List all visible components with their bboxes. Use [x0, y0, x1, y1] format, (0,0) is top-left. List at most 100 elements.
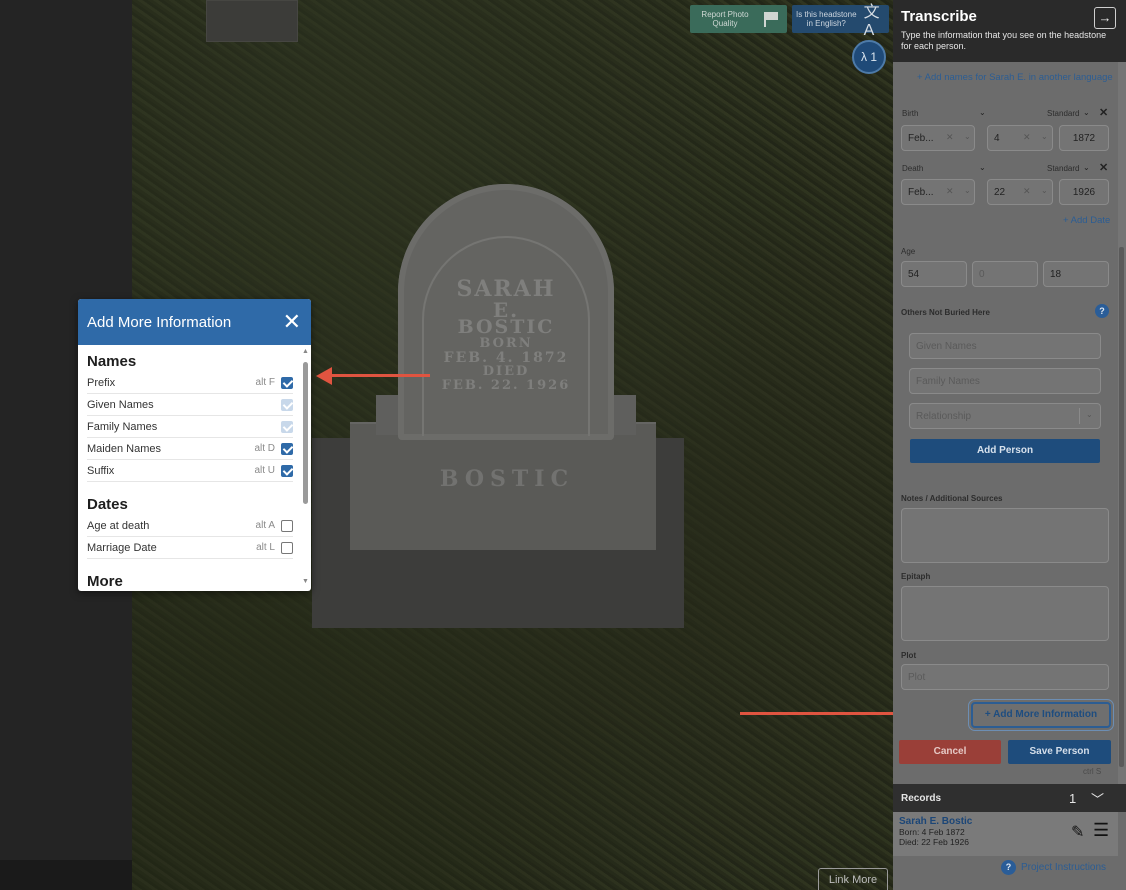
relationship-select[interactable]: Relationship [909, 403, 1101, 429]
epitaph-textarea[interactable] [901, 586, 1109, 641]
section-title-more: More [87, 573, 123, 590]
remove-birth-icon[interactable]: ✕ [1099, 106, 1108, 119]
add-person-button[interactable]: Add Person [910, 439, 1100, 463]
option-label: Given Names [87, 398, 154, 411]
record-item[interactable]: Sarah E. Bostic Born: 4 Feb 1872 Died: 2… [893, 812, 1118, 856]
age-months-placeholder: 0 [979, 268, 985, 280]
option-shortcut: alt D [254, 443, 275, 454]
section-title-names: Names [87, 353, 137, 370]
dialog-scrollbar-thumb[interactable] [303, 362, 308, 504]
annotation-arrow-left-shaft [330, 374, 430, 377]
dialog-body[interactable]: Names Prefix alt F Given Names Family Na… [78, 345, 302, 591]
clear-icon[interactable]: ✕ [1023, 132, 1031, 143]
report-photo-quality-button[interactable]: Report Photo Quality [690, 5, 787, 33]
option-age-at-death[interactable]: Age at death alt A [87, 515, 293, 537]
option-marriage-date[interactable]: Marriage Date alt L [87, 537, 293, 559]
records-header[interactable]: Records 1 ﹀ [893, 784, 1126, 812]
chevron-down-icon[interactable]: ⌄ [964, 132, 971, 141]
plot-label: Plot [901, 651, 917, 660]
language-check-button[interactable]: Is this headstone in English? 文A [792, 4, 889, 39]
remove-death-icon[interactable]: ✕ [1099, 161, 1108, 174]
save-person-button[interactable]: Save Person [1008, 740, 1111, 764]
family-names-checkbox [281, 420, 293, 433]
birth-month-value: Feb... [908, 132, 934, 144]
family-names-input[interactable]: Family Names [909, 368, 1101, 394]
scroll-up-icon[interactable]: ▲ [302, 348, 309, 355]
age-at-death-checkbox[interactable] [281, 519, 293, 532]
option-label: Prefix [87, 376, 116, 389]
project-instructions-link[interactable]: ? Project Instructions [1001, 860, 1106, 875]
panel-scrollbar[interactable] [1118, 62, 1126, 784]
help-icon: ? [1001, 860, 1016, 875]
birth-mode-chevron-icon[interactable]: ⌄ [1083, 108, 1090, 117]
chevron-down-icon[interactable]: ⌄ [1041, 186, 1048, 195]
suffix-checkbox[interactable] [281, 464, 293, 477]
option-shortcut: alt L [256, 542, 275, 553]
records-count: 1 [1069, 791, 1077, 806]
age-years-input[interactable]: 54 [901, 261, 967, 287]
option-label: Suffix [87, 464, 115, 477]
save-shortcut: ctrl S [1083, 767, 1102, 776]
language-label: Is this headstone in English? [796, 10, 857, 28]
birth-year-value: 1872 [1072, 132, 1096, 144]
option-prefix[interactable]: Prefix alt F [87, 372, 293, 394]
link-more-button[interactable]: Link More [818, 868, 888, 890]
given-names-input[interactable]: Given Names [909, 333, 1101, 359]
option-label: Marriage Date [87, 541, 157, 554]
translate-icon: 文A [863, 4, 880, 39]
close-icon[interactable]: ✕ [283, 311, 301, 333]
annotation-arrow-left-head [316, 367, 332, 385]
panel-form: + Add names for Sarah E. in another lang… [893, 62, 1118, 784]
birth-year-input[interactable]: 1872 [1059, 125, 1109, 151]
chevron-down-icon[interactable]: ⌄ [1086, 410, 1093, 419]
panel-scrollbar-thumb[interactable] [1119, 247, 1124, 767]
clear-icon[interactable]: ✕ [946, 186, 954, 197]
project-instructions-label: Project Instructions [1021, 862, 1107, 873]
add-date-link[interactable]: + Add Date [1063, 215, 1110, 226]
death-mode-label[interactable]: Standard [1047, 164, 1079, 173]
menu-icon[interactable]: ☰ [1093, 820, 1109, 841]
help-icon[interactable]: ? [1095, 304, 1109, 318]
relationship-placeholder: Relationship [916, 410, 972, 422]
maiden-names-checkbox[interactable] [281, 442, 293, 455]
chevron-down-icon[interactable]: ⌄ [964, 186, 971, 195]
scroll-down-icon[interactable]: ▼ [302, 578, 309, 585]
option-label: Maiden Names [87, 442, 161, 455]
prefix-checkbox[interactable] [281, 376, 293, 389]
flag-icon [762, 11, 780, 27]
clear-icon[interactable]: ✕ [1023, 186, 1031, 197]
option-given-names: Given Names [87, 394, 293, 416]
option-maiden-names[interactable]: Maiden Names alt D [87, 438, 293, 460]
chevron-down-icon[interactable]: ⌄ [1041, 132, 1048, 141]
cancel-button[interactable]: Cancel [899, 740, 1001, 764]
death-year-value: 1926 [1072, 186, 1096, 198]
birth-mode-label[interactable]: Standard [1047, 109, 1079, 118]
transcribe-panel: Transcribe Type the information that you… [893, 0, 1126, 890]
add-more-information-button[interactable]: + Add More Information [968, 699, 1114, 731]
marriage-date-checkbox[interactable] [281, 541, 293, 554]
epitaph-label: Epitaph [901, 572, 931, 581]
pencil-icon[interactable]: ✎ [1071, 822, 1084, 842]
add-names-language-link[interactable]: + Add names for Sarah E. in another lang… [917, 72, 1113, 83]
clear-icon[interactable]: ✕ [946, 132, 954, 143]
plot-input[interactable]: Plot [901, 664, 1109, 690]
death-day-value: 22 [994, 186, 1006, 198]
option-shortcut: alt U [254, 465, 275, 476]
death-type-chevron-icon[interactable]: ⌄ [979, 163, 986, 172]
option-shortcut: alt F [255, 377, 275, 388]
option-label: Family Names [87, 420, 158, 433]
notes-textarea[interactable] [901, 508, 1109, 563]
dialog-header: Add More Information ✕ [78, 299, 311, 345]
death-mode-chevron-icon[interactable]: ⌄ [1083, 163, 1090, 172]
birth-type-chevron-icon[interactable]: ⌄ [979, 108, 986, 117]
death-year-input[interactable]: 1926 [1059, 179, 1109, 205]
people-count-badge[interactable]: λ 1 [852, 40, 886, 74]
exit-icon[interactable]: → [1094, 7, 1116, 29]
plot-placeholder: Plot [908, 671, 926, 683]
death-label: Death [902, 164, 924, 173]
chevron-down-icon[interactable]: ﹀ [1091, 789, 1104, 808]
add-more-information-dialog: Add More Information ✕ Names Prefix alt … [78, 299, 311, 591]
age-days-input[interactable]: 18 [1043, 261, 1109, 287]
age-months-input[interactable]: 0 [972, 261, 1038, 287]
option-suffix[interactable]: Suffix alt U [87, 460, 293, 482]
